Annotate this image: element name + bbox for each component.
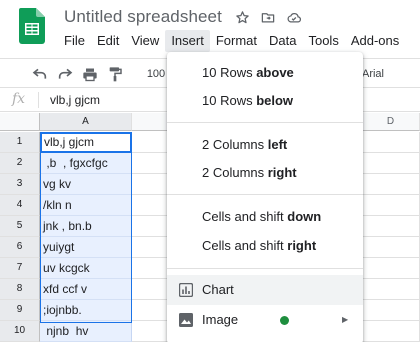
menu-separator bbox=[167, 194, 363, 195]
image-icon bbox=[179, 313, 193, 327]
row-header-8[interactable]: 8 bbox=[0, 279, 40, 300]
cell-d8[interactable] bbox=[362, 279, 420, 300]
row-header-9[interactable]: 9 bbox=[0, 300, 40, 321]
cell-a7[interactable]: uv kcgck bbox=[40, 258, 132, 279]
font-select[interactable]: Arial bbox=[360, 64, 386, 84]
menu-insert[interactable]: Insert bbox=[165, 30, 210, 52]
insert-menu-dropdown: 10 Rows above 10 Rows below 2 Columns le… bbox=[167, 52, 363, 342]
cell-a10[interactable]: njnb hv bbox=[40, 321, 132, 342]
cell-d10[interactable] bbox=[362, 321, 420, 342]
submenu-arrow-icon: ▶ bbox=[342, 315, 349, 324]
row-header-5[interactable]: 5 bbox=[0, 216, 40, 237]
menu-tools[interactable]: Tools bbox=[302, 30, 344, 52]
formula-divider bbox=[38, 92, 39, 108]
cell-a2[interactable]: ,b , fgxcfgc bbox=[40, 153, 132, 174]
cell-b5[interactable] bbox=[132, 216, 172, 237]
menu-edit[interactable]: Edit bbox=[91, 30, 125, 52]
select-all-corner[interactable] bbox=[0, 113, 40, 131]
title-icons bbox=[234, 8, 302, 26]
cells-down-prefix: Cells and shift bbox=[202, 209, 288, 224]
row-header-4[interactable]: 4 bbox=[0, 195, 40, 216]
cell-a1[interactable]: vlb,j gjcm bbox=[40, 132, 132, 153]
move-to-folder-icon[interactable] bbox=[260, 8, 276, 26]
image-label: Image bbox=[202, 312, 239, 327]
menu-item-chart[interactable]: Chart bbox=[167, 275, 363, 305]
cell-d1[interactable] bbox=[362, 132, 420, 153]
chart-label: Chart bbox=[202, 282, 234, 297]
menu-item-image[interactable]: Image ▶ bbox=[167, 305, 363, 335]
cell-b7[interactable] bbox=[132, 258, 172, 279]
cell-b3[interactable] bbox=[132, 174, 172, 195]
formula-input[interactable]: vlb,j gjcm bbox=[50, 93, 100, 107]
cells-right-bold: right bbox=[287, 238, 317, 253]
spreadsheet-window: Untitled spreadsheet File Edit View Inse… bbox=[0, 0, 420, 342]
menu-item-rows-below[interactable]: 10 Rows below bbox=[167, 86, 363, 116]
menu-item-rows-above[interactable]: 10 Rows above bbox=[167, 58, 363, 88]
cell-d9[interactable] bbox=[362, 300, 420, 321]
cell-d3[interactable] bbox=[362, 174, 420, 195]
cell-a3[interactable]: vg kv bbox=[40, 174, 132, 195]
cell-b8[interactable] bbox=[132, 279, 172, 300]
cell-b9[interactable] bbox=[132, 300, 172, 321]
cell-d4[interactable] bbox=[362, 195, 420, 216]
sheets-logo-icon[interactable] bbox=[19, 8, 45, 44]
columns-left-bold: left bbox=[267, 137, 288, 152]
paint-format-icon[interactable] bbox=[105, 64, 125, 84]
cell-a5[interactable]: jnk , bn.b bbox=[40, 216, 132, 237]
row-header-2[interactable]: 2 bbox=[0, 153, 40, 174]
cell-d6[interactable] bbox=[362, 237, 420, 258]
columns-right-bold: right bbox=[267, 165, 297, 180]
cell-d2[interactable] bbox=[362, 153, 420, 174]
redo-icon[interactable] bbox=[55, 64, 75, 84]
menu-bar: File Edit View Insert Format Data Tools … bbox=[58, 30, 405, 52]
cells-right-prefix: Cells and shift bbox=[202, 238, 288, 253]
row-header-7[interactable]: 7 bbox=[0, 258, 40, 279]
cell-b1[interactable] bbox=[132, 132, 172, 153]
column-header-d[interactable]: D bbox=[362, 113, 420, 131]
new-feature-badge bbox=[280, 316, 289, 325]
chart-icon bbox=[179, 283, 193, 297]
menu-data[interactable]: Data bbox=[263, 30, 302, 52]
rows-below-bold: below bbox=[256, 93, 294, 108]
cell-a4[interactable]: /kln n bbox=[40, 195, 132, 216]
menu-item-cells-shift-right[interactable]: Cells and shift right bbox=[167, 231, 363, 261]
cells-down-bold: down bbox=[287, 209, 322, 224]
row-header-6[interactable]: 6 bbox=[0, 237, 40, 258]
rows-below-prefix: 10 Rows bbox=[202, 93, 257, 108]
cell-b4[interactable] bbox=[132, 195, 172, 216]
fx-icon: fx bbox=[12, 91, 26, 107]
row-header-3[interactable]: 3 bbox=[0, 174, 40, 195]
columns-right-prefix: 2 Columns bbox=[202, 165, 268, 180]
cell-a9[interactable]: ;iojnbb. bbox=[40, 300, 132, 321]
column-header-b[interactable] bbox=[132, 113, 172, 131]
menu-separator bbox=[167, 122, 363, 123]
cloud-status-icon[interactable] bbox=[286, 8, 302, 26]
columns-left-prefix: 2 Columns bbox=[202, 137, 268, 152]
undo-icon[interactable] bbox=[30, 64, 50, 84]
star-icon[interactable] bbox=[234, 8, 250, 26]
rows-above-bold: above bbox=[256, 65, 294, 80]
menu-separator bbox=[167, 268, 363, 269]
cell-b6[interactable] bbox=[132, 237, 172, 258]
menu-item-columns-right[interactable]: 2 Columns right bbox=[167, 158, 363, 188]
rows-above-prefix: 10 Rows bbox=[202, 65, 257, 80]
menu-item-columns-left[interactable]: 2 Columns left bbox=[167, 130, 363, 160]
row-header-1[interactable]: 1 bbox=[0, 132, 40, 153]
column-header-a[interactable]: A bbox=[40, 113, 132, 131]
menu-item-cells-shift-down[interactable]: Cells and shift down bbox=[167, 202, 363, 232]
cell-d7[interactable] bbox=[362, 258, 420, 279]
row-header-10[interactable]: 10 bbox=[0, 321, 40, 342]
cell-b10[interactable] bbox=[132, 321, 172, 342]
menu-file[interactable]: File bbox=[58, 30, 91, 52]
cell-a6[interactable]: yuiygt bbox=[40, 237, 132, 258]
document-title[interactable]: Untitled spreadsheet bbox=[64, 7, 222, 27]
menu-format[interactable]: Format bbox=[210, 30, 263, 52]
cell-a8[interactable]: xfd ccf v bbox=[40, 279, 132, 300]
cell-d5[interactable] bbox=[362, 216, 420, 237]
zoom-select[interactable]: 100 bbox=[143, 64, 169, 84]
menu-addons[interactable]: Add-ons bbox=[345, 30, 405, 52]
print-icon[interactable] bbox=[80, 64, 100, 84]
menu-view[interactable]: View bbox=[125, 30, 165, 52]
cell-b2[interactable] bbox=[132, 153, 172, 174]
